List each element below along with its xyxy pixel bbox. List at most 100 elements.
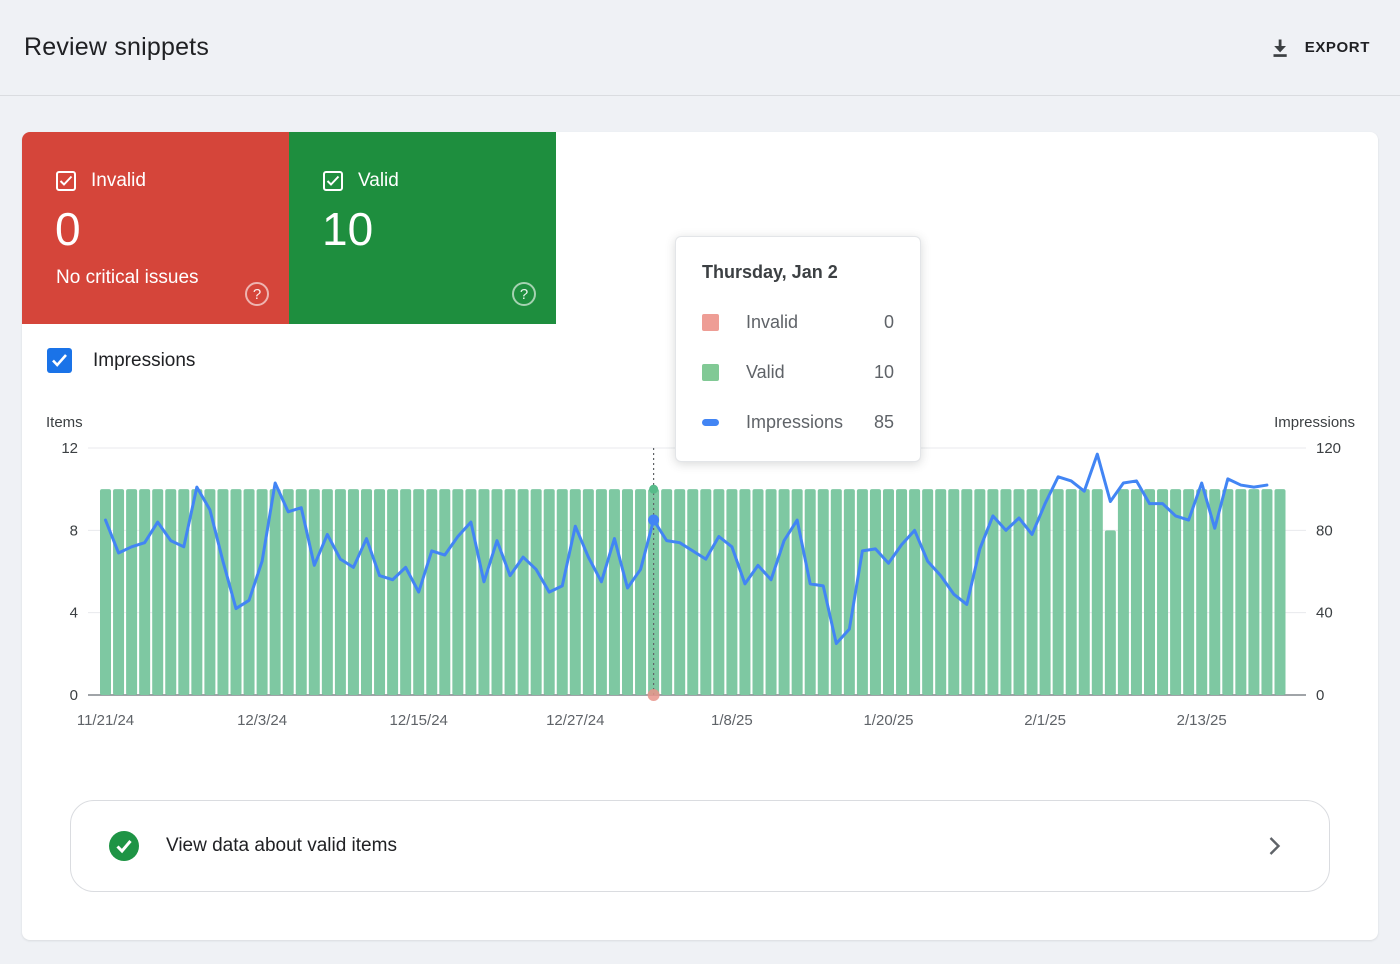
valid-bar[interactable]: [922, 489, 933, 695]
valid-bar[interactable]: [1170, 489, 1181, 695]
valid-bar[interactable]: [1196, 489, 1207, 695]
tooltip-row: Impressions 85: [702, 412, 894, 433]
valid-bar[interactable]: [674, 489, 685, 695]
valid-bar[interactable]: [270, 489, 281, 695]
valid-bar[interactable]: [348, 489, 359, 695]
valid-bar[interactable]: [739, 489, 750, 695]
valid-bar[interactable]: [152, 489, 163, 695]
valid-bar[interactable]: [583, 489, 594, 695]
report-card: Invalid 0 No critical issues ? Valid 10 …: [22, 132, 1378, 940]
help-icon[interactable]: ?: [512, 282, 536, 306]
valid-bar[interactable]: [570, 489, 581, 695]
valid-bar[interactable]: [113, 489, 124, 695]
valid-bar[interactable]: [452, 489, 463, 695]
valid-bar[interactable]: [1118, 489, 1129, 695]
valid-bar[interactable]: [1000, 489, 1011, 695]
valid-bar[interactable]: [779, 489, 790, 695]
valid-bar[interactable]: [387, 489, 398, 695]
x-axis-label: 2/13/25: [1152, 712, 1252, 729]
valid-bar[interactable]: [883, 489, 894, 695]
valid-bar[interactable]: [661, 489, 672, 695]
valid-bar[interactable]: [1105, 530, 1116, 695]
valid-bar[interactable]: [309, 489, 320, 695]
valid-bar[interactable]: [165, 489, 176, 695]
valid-bar[interactable]: [622, 489, 633, 695]
valid-bar[interactable]: [400, 489, 411, 695]
valid-bar[interactable]: [1261, 489, 1272, 695]
valid-checkbox[interactable]: [323, 171, 343, 191]
left-axis-tick: 12: [61, 440, 78, 457]
valid-bar[interactable]: [857, 489, 868, 695]
valid-bar[interactable]: [492, 489, 503, 695]
valid-bar[interactable]: [1066, 489, 1077, 695]
valid-bar[interactable]: [844, 489, 855, 695]
valid-bar[interactable]: [1027, 489, 1038, 695]
valid-bar[interactable]: [505, 489, 516, 695]
impressions-toggle[interactable]: Impressions: [47, 348, 195, 373]
valid-bar[interactable]: [596, 489, 607, 695]
valid-bar[interactable]: [1040, 489, 1051, 695]
valid-bar[interactable]: [974, 489, 985, 695]
valid-bar[interactable]: [1248, 489, 1259, 695]
help-icon[interactable]: ?: [245, 282, 269, 306]
valid-bar[interactable]: [870, 489, 881, 695]
valid-bar[interactable]: [805, 489, 816, 695]
x-axis-label: 12/27/24: [525, 712, 625, 729]
invalid-label: Invalid: [91, 170, 146, 192]
valid-bar[interactable]: [831, 489, 842, 695]
valid-bar[interactable]: [687, 489, 698, 695]
valid-bar[interactable]: [374, 489, 385, 695]
tooltip-row: Valid10: [702, 362, 894, 383]
valid-bar[interactable]: [609, 489, 620, 695]
valid-bar[interactable]: [766, 489, 777, 695]
valid-bar[interactable]: [257, 489, 268, 695]
valid-bar[interactable]: [935, 489, 946, 695]
valid-bar[interactable]: [217, 489, 228, 695]
valid-bar[interactable]: [335, 489, 346, 695]
valid-bar[interactable]: [1079, 489, 1090, 695]
valid-count: 10: [289, 192, 556, 252]
valid-bar[interactable]: [531, 489, 542, 695]
valid-bar[interactable]: [1131, 489, 1142, 695]
valid-summary-box[interactable]: Valid 10 ?: [289, 132, 556, 324]
valid-bar[interactable]: [361, 489, 372, 695]
view-valid-items-row[interactable]: View data about valid items: [70, 800, 1330, 892]
valid-bar[interactable]: [909, 489, 920, 695]
valid-bar[interactable]: [1235, 489, 1246, 695]
valid-bar[interactable]: [1144, 489, 1155, 695]
valid-bar[interactable]: [1053, 489, 1064, 695]
valid-bar[interactable]: [713, 489, 724, 695]
valid-bar[interactable]: [1222, 489, 1233, 695]
page-title: Review snippets: [24, 33, 209, 62]
invalid-summary-box[interactable]: Invalid 0 No critical issues ?: [22, 132, 289, 324]
left-axis-tick: 0: [70, 687, 78, 704]
valid-bar[interactable]: [283, 489, 294, 695]
valid-bar[interactable]: [191, 489, 202, 695]
impressions-checkbox[interactable]: [47, 348, 72, 373]
tooltip-label: Valid: [746, 362, 785, 383]
valid-bar[interactable]: [726, 489, 737, 695]
valid-bar[interactable]: [1092, 489, 1103, 695]
valid-bar[interactable]: [139, 489, 150, 695]
hover-dot-invalid: [648, 689, 660, 701]
valid-bar[interactable]: [1157, 489, 1168, 695]
valid-bar[interactable]: [465, 489, 476, 695]
valid-bar[interactable]: [322, 489, 333, 695]
valid-bar[interactable]: [1275, 489, 1286, 695]
valid-bar[interactable]: [896, 489, 907, 695]
valid-bar[interactable]: [178, 489, 189, 695]
valid-bar[interactable]: [635, 489, 646, 695]
valid-bar[interactable]: [439, 489, 450, 695]
tooltip-label: Impressions: [746, 412, 843, 433]
valid-bar[interactable]: [753, 489, 764, 695]
valid-bar[interactable]: [126, 489, 137, 695]
valid-bar[interactable]: [478, 489, 489, 695]
chevron-right-icon: [1268, 836, 1281, 856]
invalid-checkbox[interactable]: [56, 171, 76, 191]
tooltip-value: 85: [874, 412, 894, 433]
valid-bar[interactable]: [557, 489, 568, 695]
export-button[interactable]: EXPORT: [1269, 37, 1370, 59]
valid-bar[interactable]: [700, 489, 711, 695]
valid-bar[interactable]: [426, 489, 437, 695]
valid-bar[interactable]: [518, 489, 529, 695]
